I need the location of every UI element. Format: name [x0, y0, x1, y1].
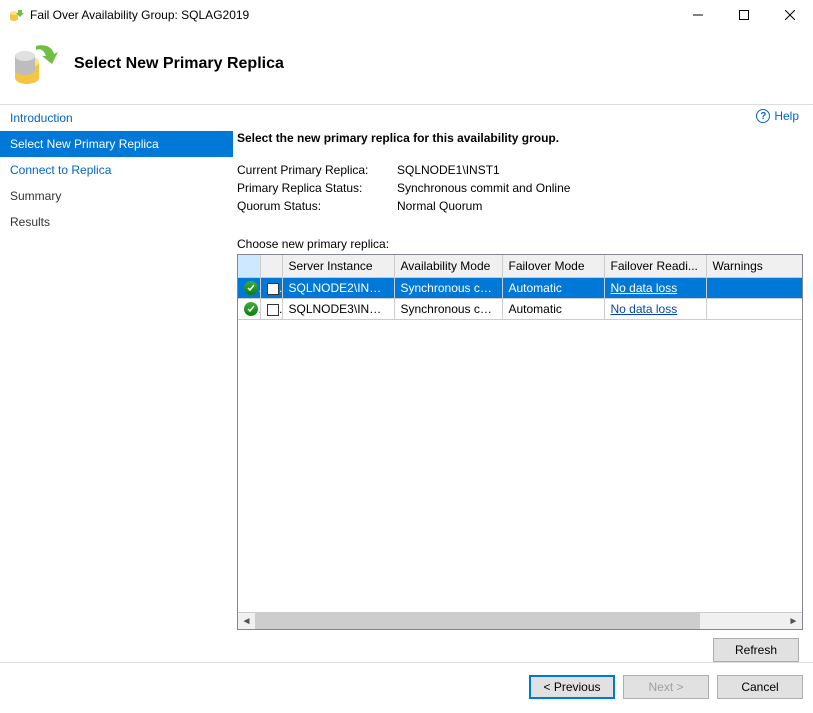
- grid-body: Server Instance Availability Mode Failov…: [238, 255, 802, 612]
- window-buttons: [675, 0, 813, 30]
- app-icon: [8, 7, 24, 23]
- wizard-icon: [12, 40, 60, 88]
- col-server-instance[interactable]: Server Instance: [282, 255, 394, 278]
- table-row[interactable]: SQLNODE2\INST1 Synchronous co... Automat…: [238, 278, 802, 299]
- table-header-row: Server Instance Availability Mode Failov…: [238, 255, 802, 278]
- sidebar-item-introduction[interactable]: Introduction: [0, 105, 233, 131]
- close-button[interactable]: [767, 0, 813, 30]
- scroll-thumb[interactable]: [255, 613, 700, 630]
- next-button[interactable]: Next >: [623, 675, 709, 699]
- quorum-label: Quorum Status:: [237, 199, 397, 213]
- row-failover-readiness: No data loss: [604, 299, 706, 320]
- primary-status-row: Primary Replica Status: Synchronous comm…: [237, 181, 803, 195]
- titlebar: Fail Over Availability Group: SQLAG2019: [0, 0, 813, 30]
- help-label: Help: [774, 109, 799, 123]
- row-availability-mode: Synchronous co...: [394, 278, 502, 299]
- current-primary-value: SQLNODE1\INST1: [397, 163, 500, 177]
- previous-button[interactable]: < Previous: [529, 675, 615, 699]
- primary-status-value: Synchronous commit and Online: [397, 181, 570, 195]
- row-status-icon: [238, 278, 260, 299]
- content: Select the new primary replica for this …: [233, 131, 809, 662]
- scroll-right-icon[interactable]: ►: [785, 613, 802, 630]
- help-link[interactable]: ? Help: [756, 109, 799, 123]
- refresh-row: Refresh: [237, 630, 803, 662]
- wizard-body: Introduction Select New Primary Replica …: [0, 104, 813, 662]
- minimize-button[interactable]: [675, 0, 721, 30]
- quorum-row: Quorum Status: Normal Quorum: [237, 199, 803, 213]
- horizontal-scrollbar[interactable]: ◄ ►: [238, 612, 802, 629]
- row-server-instance: SQLNODE3\INST3: [282, 299, 394, 320]
- wizard-footer: < Previous Next > Cancel: [0, 662, 813, 713]
- scroll-left-icon[interactable]: ◄: [238, 613, 255, 630]
- sidebar-item-connect-replica[interactable]: Connect to Replica: [0, 157, 233, 183]
- primary-status-label: Primary Replica Status:: [237, 181, 397, 195]
- wizard-header: Select New Primary Replica: [0, 30, 813, 104]
- row-checkbox[interactable]: [260, 299, 282, 320]
- row-failover-readiness: No data loss: [604, 278, 706, 299]
- col-failover-mode[interactable]: Failover Mode: [502, 255, 604, 278]
- help-icon: ?: [756, 109, 770, 123]
- row-status-icon: [238, 299, 260, 320]
- col-check[interactable]: [260, 255, 282, 278]
- row-server-instance: SQLNODE2\INST1: [282, 278, 394, 299]
- row-warnings: [706, 278, 802, 299]
- col-warnings[interactable]: Warnings: [706, 255, 802, 278]
- readiness-link[interactable]: No data loss: [611, 302, 678, 316]
- sidebar-item-select-replica[interactable]: Select New Primary Replica: [0, 131, 233, 157]
- choose-label: Choose new primary replica:: [237, 237, 803, 251]
- replica-grid: Server Instance Availability Mode Failov…: [237, 254, 803, 630]
- row-checkbox[interactable]: [260, 278, 282, 299]
- readiness-link[interactable]: No data loss: [611, 281, 678, 295]
- table-row[interactable]: SQLNODE3\INST3 Synchronous co... Automat…: [238, 299, 802, 320]
- row-warnings: [706, 299, 802, 320]
- row-failover-mode: Automatic: [502, 299, 604, 320]
- cancel-button[interactable]: Cancel: [717, 675, 803, 699]
- row-failover-mode: Automatic: [502, 278, 604, 299]
- window-title: Fail Over Availability Group: SQLAG2019: [30, 8, 249, 22]
- refresh-button[interactable]: Refresh: [713, 638, 799, 662]
- col-availability-mode[interactable]: Availability Mode: [394, 255, 502, 278]
- col-failover-readiness[interactable]: Failover Readi...: [604, 255, 706, 278]
- wizard-sidebar: Introduction Select New Primary Replica …: [0, 104, 233, 662]
- col-status[interactable]: [238, 255, 260, 278]
- instruction-text: Select the new primary replica for this …: [237, 131, 803, 145]
- replica-table: Server Instance Availability Mode Failov…: [238, 255, 802, 320]
- quorum-value: Normal Quorum: [397, 199, 482, 213]
- current-primary-row: Current Primary Replica: SQLNODE1\INST1: [237, 163, 803, 177]
- sidebar-item-summary[interactable]: Summary: [0, 183, 233, 209]
- row-availability-mode: Synchronous co...: [394, 299, 502, 320]
- maximize-button[interactable]: [721, 0, 767, 30]
- current-primary-label: Current Primary Replica:: [237, 163, 397, 177]
- main-panel: ? Help Select the new primary replica fo…: [233, 104, 813, 662]
- help-bar: ? Help: [233, 105, 809, 131]
- scroll-track[interactable]: [255, 613, 785, 630]
- wizard-window: Fail Over Availability Group: SQLAG2019: [0, 0, 813, 713]
- page-title: Select New Primary Replica: [74, 55, 284, 73]
- sidebar-item-results[interactable]: Results: [0, 209, 233, 235]
